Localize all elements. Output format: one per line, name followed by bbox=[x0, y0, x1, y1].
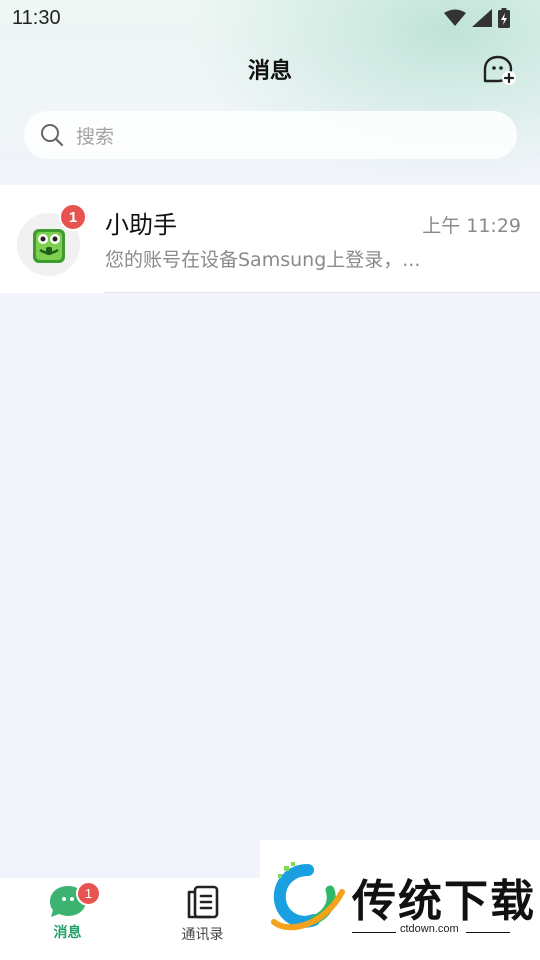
tab-messages-label: 消息 bbox=[53, 925, 82, 941]
status-bar: 11:30 bbox=[0, 0, 540, 36]
new-chat-icon bbox=[483, 55, 516, 85]
status-icons bbox=[444, 8, 510, 28]
divider bbox=[104, 292, 540, 293]
watermark-line-left bbox=[352, 932, 396, 933]
tab-unread-badge: 1 bbox=[76, 881, 101, 906]
watermark-title: 传统下载 bbox=[352, 876, 536, 927]
tab-contacts[interactable]: 通讯录 bbox=[135, 878, 270, 960]
unread-badge: 1 bbox=[59, 203, 87, 231]
status-time: 11:30 bbox=[12, 6, 61, 29]
search-input[interactable]: 搜索 bbox=[24, 111, 517, 159]
new-chat-button[interactable] bbox=[482, 52, 518, 88]
title-bar: 消息 bbox=[0, 46, 540, 92]
conversation-preview: 您的账号在设备Samsung上登录，... bbox=[105, 249, 421, 271]
signal-icon bbox=[472, 9, 492, 27]
conversation-name: 小助手 bbox=[105, 211, 177, 239]
wifi-icon bbox=[444, 9, 466, 26]
contacts-icon bbox=[187, 885, 218, 919]
tab-contacts-label: 通讯录 bbox=[181, 927, 224, 943]
search-icon bbox=[41, 124, 64, 147]
assistant-avatar-icon bbox=[32, 228, 65, 263]
search-placeholder: 搜索 bbox=[76, 125, 115, 148]
page-title: 消息 bbox=[247, 59, 292, 84]
watermark-logo-icon bbox=[271, 862, 345, 931]
conversation-item[interactable]: 1 小助手 上午 11:29 您的账号在设备Samsung上登录，... bbox=[0, 185, 540, 293]
watermark-url: ctdown.com bbox=[400, 923, 459, 935]
conversation-time: 上午 11:29 bbox=[422, 215, 521, 237]
battery-icon bbox=[498, 8, 510, 28]
conversation-list: 1 小助手 上午 11:29 您的账号在设备Samsung上登录，... bbox=[0, 185, 540, 293]
tab-messages[interactable]: 消息 1 bbox=[0, 878, 135, 960]
watermark-line-right bbox=[466, 932, 510, 933]
watermark: 传统下载 ctdown.com bbox=[260, 840, 540, 960]
